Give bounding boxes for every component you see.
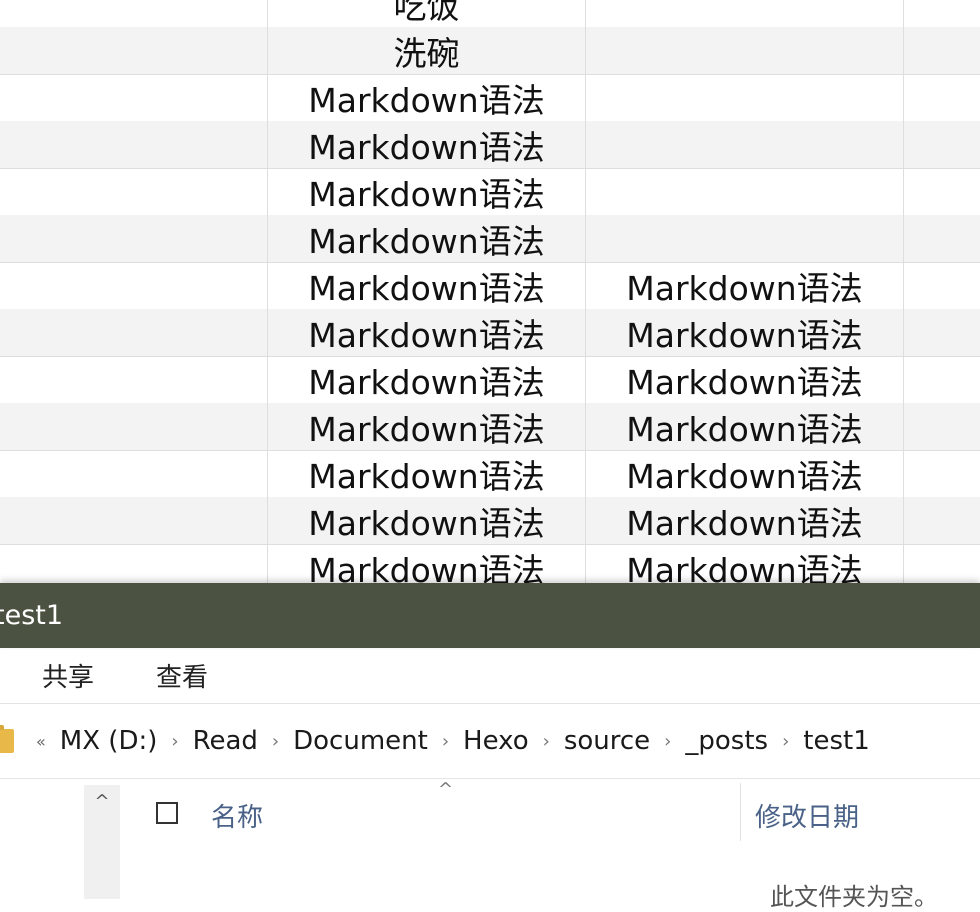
table-cell [0, 263, 267, 309]
empty-folder-message: 此文件夹为空。 [770, 883, 938, 911]
nav-pane-scrollbar[interactable]: ^ [84, 785, 120, 899]
breadcrumb-overflow-icon[interactable]: « [36, 732, 46, 751]
table-cell: Markdown语法 [267, 357, 585, 403]
breadcrumb-chevron-icon[interactable]: › [543, 731, 550, 752]
table-cell [0, 545, 267, 583]
table-cell [903, 121, 980, 168]
table-cell [585, 215, 903, 262]
table-row: Markdown语法 [0, 74, 980, 121]
table-cell: Markdown语法 [585, 497, 903, 544]
table-cell: Markdown语法 [267, 309, 585, 356]
table-cell: Markdown语法 [267, 263, 585, 309]
breadcrumb: MX (D:) › Read › Document › Hexo › source › _posts… [60, 726, 870, 756]
address-bar[interactable]: « MX (D:) › Read › Document › Hexo › source › _pos… [0, 704, 980, 779]
select-all-checkbox[interactable] [156, 802, 178, 824]
breadcrumb-item[interactable]: Read [193, 726, 258, 756]
table-cell: Markdown语法 [585, 545, 903, 583]
table-row: Markdown语法 [0, 215, 980, 262]
table-cell: Markdown语法 [267, 121, 585, 168]
tab-view[interactable]: 查看 [156, 657, 208, 694]
table-cell [585, 121, 903, 168]
column-header-modified[interactable]: 修改日期 [755, 797, 859, 834]
table-cell [903, 451, 980, 497]
table-cell [903, 309, 980, 356]
table-cell: Markdown语法 [585, 263, 903, 309]
breadcrumb-item[interactable]: Hexo [463, 726, 529, 756]
table-cell [903, 27, 980, 74]
breadcrumb-item[interactable]: source [564, 726, 650, 756]
table-cell [585, 75, 903, 121]
table-row: Markdown语法 Markdown语法 [0, 309, 980, 356]
window-titlebar[interactable]: test1 [0, 583, 980, 648]
table-row: Markdown语法 Markdown语法 [0, 356, 980, 403]
table-cell [585, 169, 903, 215]
table-row: Markdown语法 Markdown语法 [0, 544, 980, 583]
breadcrumb-item[interactable]: Document [293, 726, 428, 756]
sort-ascending-icon: ^ [438, 779, 454, 800]
breadcrumb-chevron-icon[interactable]: › [782, 731, 789, 752]
table-cell [585, 0, 903, 27]
table-row: 洗碗 [0, 27, 980, 74]
table-row: Markdown语法 Markdown语法 [0, 403, 980, 450]
breadcrumb-item[interactable]: MX (D:) [60, 726, 158, 756]
breadcrumb-chevron-icon[interactable]: › [664, 731, 671, 752]
ribbon-tabs: 共享 查看 [0, 648, 980, 704]
table-cell: Markdown语法 [267, 545, 585, 583]
table-cell [903, 0, 980, 27]
table-cell [903, 215, 980, 262]
column-header-name[interactable]: 名称 [211, 797, 263, 834]
table-cell [903, 497, 980, 544]
table-row: Markdown语法 [0, 168, 980, 215]
table-cell: Markdown语法 [585, 403, 903, 450]
table-row: Markdown语法 Markdown语法 [0, 262, 980, 309]
table-cell [903, 403, 980, 450]
table-cell: Markdown语法 [267, 215, 585, 262]
table-cell [0, 0, 267, 27]
breadcrumb-chevron-icon[interactable]: › [272, 731, 279, 752]
table-row: Markdown语法 [0, 121, 980, 168]
table-cell [903, 545, 980, 583]
table-cell: Markdown语法 [267, 451, 585, 497]
breadcrumb-chevron-icon[interactable]: › [442, 731, 449, 752]
breadcrumb-item[interactable]: _posts [685, 726, 768, 756]
table-cell: 吃饭 [267, 0, 585, 27]
table-cell [903, 357, 980, 403]
table-row: 吃饭 [0, 0, 980, 27]
table-cell: Markdown语法 [585, 451, 903, 497]
table-cell: Markdown语法 [585, 309, 903, 356]
table-cell: Markdown语法 [585, 357, 903, 403]
table-cell: 洗碗 [267, 27, 585, 74]
table-cell [0, 169, 267, 215]
table-cell [0, 215, 267, 262]
table-cell [0, 27, 267, 74]
table-cell [585, 27, 903, 74]
markdown-table-view: 吃饭 洗碗 Markdown语法 Markdown语法 Markdown语法 Markdo… [0, 0, 980, 583]
table-cell [903, 263, 980, 309]
file-explorer-window: test1 共享 查看 « MX (D:) › Read › Document › Hexo… [0, 583, 980, 911]
table-cell: Markdown语法 [267, 169, 585, 215]
table-cell [0, 357, 267, 403]
table-cell [903, 75, 980, 121]
table-cell [0, 403, 267, 450]
table-cell: Markdown语法 [267, 403, 585, 450]
table-cell: Markdown语法 [267, 75, 585, 121]
markdown-table: 吃饭 洗碗 Markdown语法 Markdown语法 Markdown语法 Markdo… [0, 0, 980, 583]
table-cell [0, 309, 267, 356]
file-list: ^ ^ 名称 修改日期 此文件夹为空。 [0, 779, 980, 911]
table-cell: Markdown语法 [267, 497, 585, 544]
table-cell [0, 121, 267, 168]
breadcrumb-item[interactable]: test1 [803, 726, 869, 756]
table-cell [0, 497, 267, 544]
column-divider[interactable] [740, 783, 741, 841]
table-cell [0, 451, 267, 497]
breadcrumb-chevron-icon[interactable]: › [171, 731, 178, 752]
folder-icon [0, 725, 14, 753]
table-cell [0, 75, 267, 121]
table-row: Markdown语法 Markdown语法 [0, 497, 980, 544]
scroll-up-icon[interactable]: ^ [84, 791, 120, 812]
table-row: Markdown语法 Markdown语法 [0, 450, 980, 497]
tab-share[interactable]: 共享 [42, 657, 94, 694]
window-title: test1 [0, 600, 64, 631]
table-cell [903, 169, 980, 215]
